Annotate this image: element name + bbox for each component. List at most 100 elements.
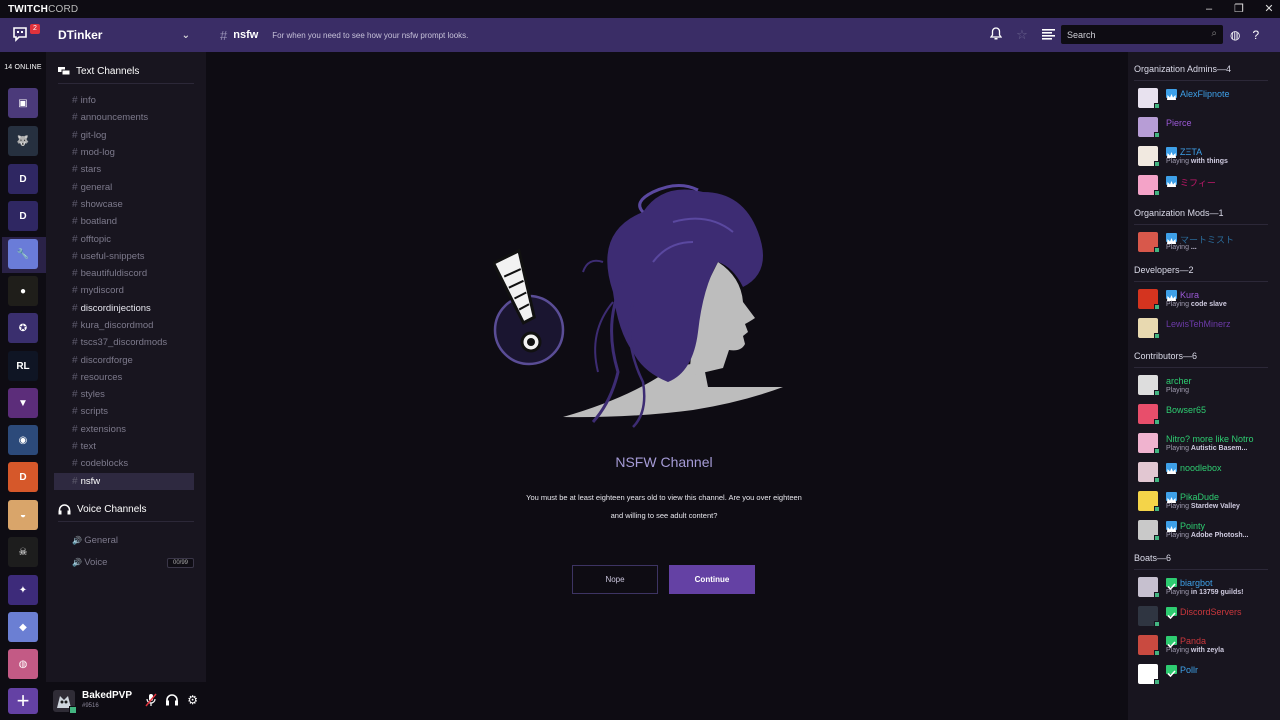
crown-icon <box>1166 521 1177 532</box>
channel-beautifuldiscord[interactable]: # beautifuldiscord <box>54 265 194 282</box>
channel-git-log[interactable]: # git-log <box>54 127 194 144</box>
member-item[interactable]: PikaDude Playing Stardew Valley <box>1138 490 1280 512</box>
server-icon-bd2[interactable]: D <box>8 201 38 231</box>
channel-label: mod-log <box>80 147 115 159</box>
divider <box>58 520 194 522</box>
channel-mydiscord[interactable]: # mydiscord <box>54 282 194 299</box>
gear-icon[interactable]: ⚙ <box>187 693 198 710</box>
member-item[interactable]: ミフィー <box>1138 174 1280 196</box>
member-item[interactable]: AlexFlipnote <box>1138 87 1280 109</box>
voice-channel-general[interactable]: 🔊 General <box>54 530 194 552</box>
member-item[interactable]: Bowser65 <box>1138 403 1280 425</box>
member-activity: Playing ... <box>1166 244 1197 251</box>
member-name: Pierce <box>1166 118 1192 128</box>
continue-button[interactable]: Continue <box>669 565 755 594</box>
crown-icon <box>1166 176 1177 187</box>
server-icon-emblem[interactable]: ◆ <box>8 612 38 642</box>
member-item[interactable]: biargbot Playing in 13759 guilds! <box>1138 576 1280 598</box>
member-item[interactable]: Pointy Playing Adobe Photosh... <box>1138 519 1280 541</box>
server-icon-triangle[interactable]: ▼ <box>8 388 38 418</box>
server-icon-twitchcord[interactable]: ▣ <box>8 88 38 118</box>
server-icon-dtinker[interactable]: 🔧 <box>8 239 38 269</box>
activity-name: Adobe Photosh... <box>1190 532 1249 539</box>
hash-icon: # <box>72 371 78 383</box>
server-icon-food[interactable]: ◒ <box>8 500 38 530</box>
member-item[interactable]: マートミスト Playing ... <box>1138 231 1280 253</box>
channel-label: styles <box>80 389 105 401</box>
server-icon-face[interactable]: ◍ <box>8 649 38 679</box>
channel-showcase[interactable]: # showcase <box>54 196 194 213</box>
server-name-dropdown[interactable]: DTinker ⌄ <box>58 18 194 52</box>
server-icon-wolf[interactable]: 🐺 <box>8 126 38 156</box>
member-item[interactable]: ZΞTA Playing with things <box>1138 145 1280 167</box>
channel-label: useful-snippets <box>80 250 145 262</box>
channel-general[interactable]: # general <box>54 178 194 195</box>
channel-stars[interactable]: # stars <box>54 161 194 178</box>
bell-icon[interactable] <box>988 27 1004 43</box>
channel-label: boatland <box>80 216 118 228</box>
member-item[interactable]: noodlebox <box>1138 461 1280 483</box>
channel-kura_discordmod[interactable]: # kura_discordmod <box>54 317 194 334</box>
member-item[interactable]: Pierce <box>1138 116 1280 138</box>
member-activity: Playing Autistic Basem... <box>1166 445 1247 452</box>
minimize-button[interactable]: – <box>1204 0 1214 18</box>
channel-styles[interactable]: # styles <box>54 386 194 403</box>
server-icon-shield[interactable]: ✦ <box>8 575 38 605</box>
search-input[interactable] <box>1061 25 1201 45</box>
member-item[interactable]: LewisTehMinerz <box>1138 317 1280 339</box>
member-item[interactable]: archer Playing <box>1138 374 1280 396</box>
unread-badge: 2 <box>30 24 40 34</box>
channel-boatland[interactable]: # boatland <box>54 213 194 230</box>
member-item[interactable]: Kura Playing code slave <box>1138 288 1280 310</box>
hash-icon: # <box>72 302 78 314</box>
server-icon-skull[interactable]: ☠ <box>8 537 38 567</box>
channel-topic: For when you need to see how your nsfw p… <box>272 30 469 40</box>
online-status-icon <box>1154 592 1160 598</box>
search-box[interactable]: ⌕ <box>1061 25 1223 45</box>
server-icon-planet[interactable]: ◉ <box>8 425 38 455</box>
avatar[interactable] <box>53 690 77 714</box>
star-icon[interactable]: ☆ <box>1014 27 1030 43</box>
channel-nsfw[interactable]: # nsfw <box>54 472 194 490</box>
channel-label: discordforge <box>80 354 133 366</box>
nope-button[interactable]: Nope <box>572 565 658 594</box>
direct-messages-button[interactable]: 2 <box>10 22 40 48</box>
server-icon-discord[interactable]: D <box>8 462 38 492</box>
headphones-icon[interactable] <box>165 693 179 710</box>
channel-tscs37_discordmods[interactable]: # tscs37_discordmods <box>54 334 194 351</box>
text-channels-category[interactable]: Text Channels <box>58 66 206 77</box>
voice-channels-category[interactable]: Voice Channels <box>58 504 206 515</box>
channel-codeblocks[interactable]: # codeblocks <box>54 455 194 472</box>
channel-discordforge[interactable]: # discordforge <box>54 351 194 368</box>
channel-extensions[interactable]: # extensions <box>54 421 194 438</box>
channel-useful-snippets[interactable]: # useful-snippets <box>54 248 194 265</box>
server-icon-rocket-league[interactable]: RL <box>8 351 38 381</box>
member-item[interactable]: DiscordServers <box>1138 605 1280 627</box>
channel-text[interactable]: # text <box>54 438 194 455</box>
help-icon[interactable]: ? <box>1252 28 1259 42</box>
close-button[interactable]: ✕ <box>1264 0 1274 18</box>
crown-icon <box>1166 290 1177 301</box>
server-icon-bd1[interactable]: D <box>8 164 38 194</box>
maximize-button[interactable]: ❐ <box>1234 0 1244 18</box>
member-item[interactable]: Panda Playing with zeyla <box>1138 634 1280 656</box>
headphones-icon <box>58 504 71 515</box>
mentions-icon[interactable]: ◍ <box>1230 28 1240 42</box>
mute-microphone-icon[interactable] <box>145 693 157 710</box>
nsfw-title: NSFW Channel <box>615 454 713 470</box>
channel-scripts[interactable]: # scripts <box>54 403 194 420</box>
channel-mod-log[interactable]: # mod-log <box>54 144 194 161</box>
channel-resources[interactable]: # resources <box>54 369 194 386</box>
channel-offtopic[interactable]: # offtopic <box>54 230 194 247</box>
server-icon-crest[interactable]: ✪ <box>8 313 38 343</box>
member-list-icon[interactable] <box>1040 28 1056 43</box>
channel-info[interactable]: # info <box>54 92 194 109</box>
channel-announcements[interactable]: # announcements <box>54 109 194 126</box>
server-icon-ball[interactable]: ● <box>8 276 38 306</box>
voice-channel-voice[interactable]: 🔊 Voice 00/99 <box>54 552 194 574</box>
member-item[interactable]: Pollr <box>1138 663 1280 685</box>
add-server-button[interactable]: + <box>8 688 38 714</box>
channel-discordinjections[interactable]: # discordinjections <box>54 300 194 317</box>
activity-prefix: Playing <box>1166 647 1189 654</box>
member-item[interactable]: Nitro? more like Notro Playing Autistic B… <box>1138 432 1280 454</box>
